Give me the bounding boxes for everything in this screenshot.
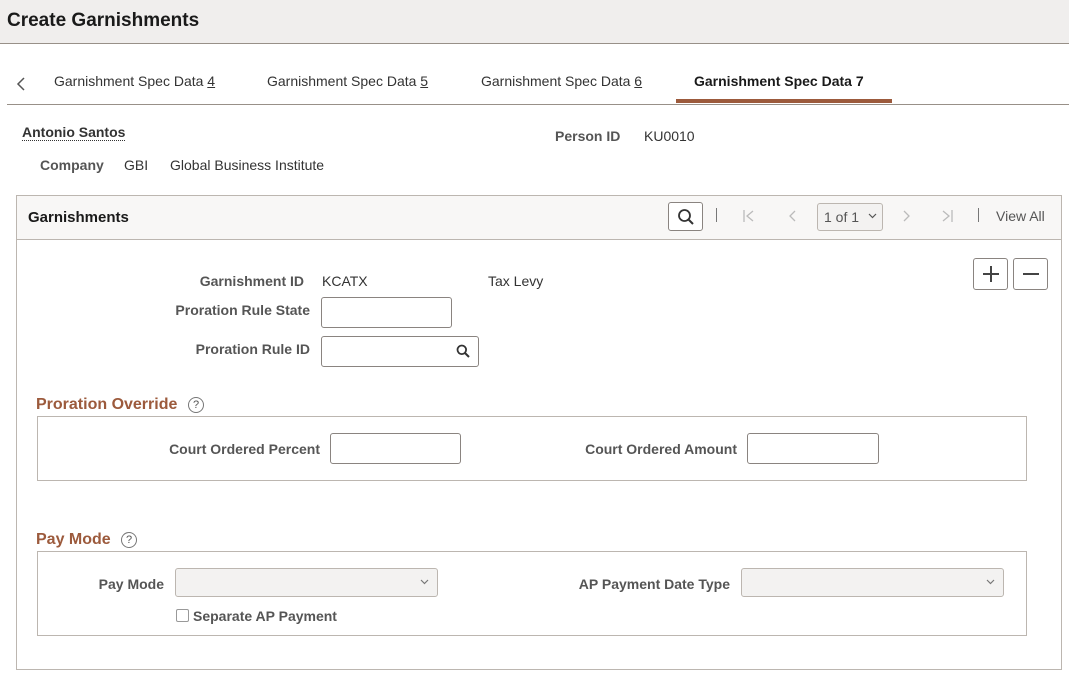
tab-bar: Garnishment Spec Data 4 Garnishment Spec… [0, 60, 1069, 105]
garnishment-id-label: Garnishment ID [199, 273, 304, 289]
search-icon [677, 208, 694, 225]
garnishments-grid: Garnishments 1 of 1 View All Garnishment… [16, 195, 1062, 670]
separate-ap-payment-label: Separate AP Payment [193, 608, 337, 624]
last-page-button[interactable] [938, 206, 956, 226]
garnishment-id-value: KCATX [322, 273, 368, 289]
previous-page-button[interactable] [783, 206, 801, 226]
view-all-link[interactable]: View All [996, 208, 1045, 224]
add-row-button[interactable] [973, 258, 1008, 290]
tab-garnishment-spec-data-4[interactable]: Garnishment Spec Data 4 [54, 73, 215, 89]
chevron-right-icon [903, 210, 910, 222]
tab-accesskey: 6 [634, 73, 643, 89]
court-ordered-percent-label: Court Ordered Percent [169, 441, 320, 457]
pay-mode-group: Pay Mode Separate AP Payment AP Payment … [37, 551, 1027, 636]
tab-garnishment-spec-data-7[interactable]: Garnishment Spec Data 7 [694, 73, 864, 89]
tabs-divider [7, 104, 1069, 105]
pay-mode-select[interactable] [175, 568, 438, 597]
plus-icon [982, 266, 999, 282]
delete-row-button[interactable] [1013, 258, 1048, 290]
page-title: Create Garnishments [7, 10, 200, 31]
company-code: GBI [124, 157, 149, 173]
first-page-icon [743, 210, 754, 222]
separator [716, 208, 717, 222]
tabs-prev-button[interactable] [10, 72, 32, 96]
page-selector-value: 1 of 1 [824, 209, 860, 225]
help-icon[interactable]: ? [188, 397, 204, 413]
ap-payment-date-type-select[interactable] [741, 568, 1004, 597]
tab-garnishment-spec-data-6[interactable]: Garnishment Spec Data 6 [481, 73, 642, 89]
tab-accesskey: 4 [207, 73, 216, 89]
grid-header: Garnishments 1 of 1 View All [17, 196, 1061, 240]
person-id-label: Person ID [555, 128, 621, 144]
tab-accesskey: 5 [420, 73, 429, 89]
chevron-left-icon [789, 210, 796, 222]
first-page-button[interactable] [740, 206, 758, 226]
separate-ap-payment-checkbox[interactable] [176, 609, 189, 622]
court-ordered-amount-label: Court Ordered Amount [585, 441, 737, 457]
proration-rule-id-label: Proration Rule ID [195, 341, 310, 357]
chevron-down-icon [986, 579, 995, 585]
proration-rule-id-input[interactable] [321, 336, 479, 367]
chevron-down-icon [868, 213, 877, 219]
garnishment-description: Tax Levy [488, 273, 544, 289]
company-label: Company [40, 157, 104, 173]
proration-override-group: Court Ordered Percent Court Ordered Amou… [37, 416, 1027, 481]
proration-rule-state-input[interactable] [321, 297, 452, 328]
help-icon[interactable]: ? [121, 532, 137, 548]
active-tab-indicator [676, 99, 892, 103]
court-ordered-percent-input[interactable] [330, 433, 461, 464]
employee-name-link[interactable]: Antonio Santos [22, 124, 126, 141]
pay-mode-title: Pay Mode [36, 531, 111, 548]
tab-garnishment-spec-data-5[interactable]: Garnishment Spec Data 5 [267, 73, 428, 89]
page-selector[interactable]: 1 of 1 [817, 203, 883, 231]
separator [978, 208, 979, 222]
chevron-down-icon [420, 579, 429, 585]
lookup-search-icon[interactable] [456, 344, 470, 358]
ap-payment-date-type-label: AP Payment Date Type [578, 576, 730, 592]
person-id-value: KU0010 [644, 128, 695, 144]
company-name: Global Business Institute [170, 157, 325, 173]
page-header: Create Garnishments [0, 0, 1069, 44]
tab-label: Garnishment Spec Data [481, 73, 635, 89]
chevron-left-icon [16, 77, 25, 91]
last-page-icon [942, 210, 953, 222]
grid-title: Garnishments [28, 209, 129, 226]
tab-label: Garnishment Spec Data [267, 73, 421, 89]
next-page-button[interactable] [898, 206, 916, 226]
minus-icon [1022, 273, 1039, 275]
pay-mode-label: Pay Mode [98, 576, 164, 592]
proration-override-title: Proration Override [36, 396, 178, 413]
grid-search-button[interactable] [668, 202, 703, 231]
court-ordered-amount-input[interactable] [747, 433, 879, 464]
tab-label: Garnishment Spec Data [54, 73, 208, 89]
proration-rule-state-label: Proration Rule State [175, 302, 310, 318]
